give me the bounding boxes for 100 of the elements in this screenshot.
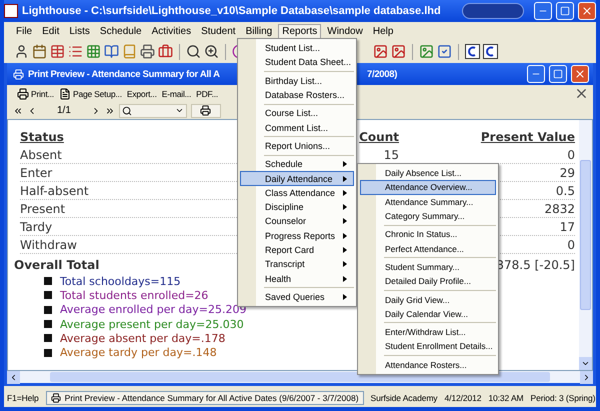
menu-item[interactable]: Attendance Overview...: [360, 180, 496, 195]
status-date: 4/12/2012: [444, 392, 482, 402]
menu-item[interactable]: Discipline: [240, 200, 354, 214]
menu-bar-item[interactable]: Billing: [242, 24, 276, 39]
bullet-icon: [44, 348, 52, 357]
submenu-arrow-icon: [343, 247, 347, 253]
statistic-text: Average present per day=25.030: [60, 318, 244, 331]
page-counter: 1/1: [57, 105, 71, 116]
menu-item[interactable]: Student Enrollment Details...: [360, 339, 496, 354]
submenu-arrow-icon: [343, 176, 347, 182]
horizontal-scrollbar[interactable]: [7, 371, 593, 383]
table-icon[interactable]: [50, 44, 65, 59]
menu-item[interactable]: Category Summary...: [360, 208, 496, 224]
close-button[interactable]: [571, 65, 589, 83]
bullet-icon: [44, 306, 52, 314]
bullet-icon: [44, 320, 52, 328]
menu-item[interactable]: Attendance Summary...: [360, 194, 496, 209]
search-icon: [122, 106, 132, 116]
menu-bar-item[interactable]: Reports: [278, 24, 322, 39]
bullet-icon: [44, 277, 52, 286]
menu-bar-item[interactable]: Edit: [38, 24, 64, 39]
menu-item[interactable]: Perfect Attendance...: [360, 241, 496, 256]
menu-item[interactable]: Student Summary...: [360, 260, 496, 274]
status-period: Period: 3 (Spring): [530, 392, 596, 402]
app-icon: [4, 4, 18, 18]
first-page-icon[interactable]: [13, 106, 23, 116]
check-icon[interactable]: [437, 44, 452, 59]
close-icon: [574, 68, 586, 80]
search-icon[interactable]: [186, 44, 201, 59]
menu-item[interactable]: Health: [240, 271, 354, 286]
menu-bar-item[interactable]: File: [12, 24, 36, 39]
statistic-text: Average tardy per day=.148: [60, 346, 217, 360]
menu-item[interactable]: Chronic In Status...: [360, 227, 496, 242]
statistic-text: Average absent per day=.178: [60, 332, 226, 345]
menu-item[interactable]: Daily Attendance: [240, 171, 354, 186]
curve-icon[interactable]: [465, 44, 480, 59]
menu-item[interactable]: Saved Queries: [240, 290, 354, 304]
minimize-button[interactable]: [534, 2, 552, 20]
menu-item[interactable]: Report Unions...: [240, 138, 354, 154]
menu-item[interactable]: Progress Reports: [240, 228, 354, 243]
menu-bar-item[interactable]: Lists: [65, 24, 94, 39]
toolbar-button[interactable]: PDF...: [196, 88, 218, 98]
grid-icon[interactable]: [86, 44, 101, 59]
menu-item[interactable]: Detailed Daily Profile...: [360, 274, 496, 288]
menu-item[interactable]: Birthday List...: [240, 74, 354, 88]
maximize-button[interactable]: [556, 2, 574, 20]
menu-item[interactable]: Enter/Withdraw List...: [360, 324, 496, 340]
image-icon[interactable]: [373, 44, 388, 59]
toolbar-button[interactable]: Print...: [17, 88, 54, 100]
menu-item[interactable]: Database Rosters...: [240, 88, 354, 102]
submenu-arrow-icon: [343, 218, 347, 224]
user-icon[interactable]: [14, 44, 29, 59]
menu-item[interactable]: Daily Grid View...: [360, 292, 496, 307]
menu-bar-item[interactable]: Activities: [148, 24, 196, 39]
menu-item[interactable]: Class Attendance: [240, 186, 354, 200]
menu-item[interactable]: Report Card: [240, 242, 354, 258]
menu-item[interactable]: Transcript: [240, 257, 354, 272]
image-icon[interactable]: [391, 44, 406, 59]
maximize-button[interactable]: [549, 65, 567, 83]
image-icon[interactable]: [419, 44, 434, 59]
close-icon[interactable]: [574, 86, 589, 101]
zoom-icon[interactable]: [204, 44, 219, 59]
toolbar-button[interactable]: Export...: [126, 88, 157, 98]
statistic-text: Average enrolled per day=25.209: [60, 303, 246, 316]
last-page-icon[interactable]: [104, 106, 115, 116]
close-button[interactable]: [578, 2, 596, 20]
menu-bar-item[interactable]: Help: [368, 24, 398, 39]
print-button[interactable]: [190, 104, 221, 118]
menu-bar-item[interactable]: Student: [197, 24, 240, 39]
book-icon[interactable]: [104, 44, 119, 59]
menu-item[interactable]: Schedule: [240, 157, 354, 172]
vertical-scrollbar[interactable]: [579, 120, 592, 370]
briefcase-icon[interactable]: [158, 44, 173, 59]
menu-item[interactable]: Student List...: [240, 41, 354, 56]
minimize-button[interactable]: [527, 65, 545, 83]
calendar-icon[interactable]: [32, 44, 47, 59]
window-task-button[interactable]: Print Preview - Attendance Summary for All Active Dates (9/6/2007 - 3/7/2008): [46, 390, 364, 404]
table-cell: 2832: [544, 202, 575, 216]
document-icon: [58, 88, 71, 100]
menu-bar-item[interactable]: Schedule: [96, 24, 146, 39]
list-icon[interactable]: [68, 44, 83, 59]
menu-item[interactable]: Comment List...: [240, 120, 354, 135]
caret-icon: [174, 106, 184, 115]
menu-item[interactable]: Daily Calendar View...: [360, 306, 496, 321]
zoom-dropdown[interactable]: [118, 104, 187, 118]
curve-icon[interactable]: [483, 44, 498, 59]
tray-widget[interactable]: [462, 3, 524, 19]
printer-icon[interactable]: [140, 44, 155, 59]
menu-item[interactable]: Attendance Rosters...: [360, 358, 496, 372]
table-cell: 17: [560, 220, 575, 234]
menu-item[interactable]: Daily Absence List...: [360, 166, 496, 180]
statistic-text: Total schooldays=115: [60, 274, 181, 288]
toolbar-button[interactable]: E-mail...: [162, 88, 192, 98]
table-cell: 0.5: [556, 184, 575, 198]
menu-item[interactable]: Counselor: [240, 214, 354, 229]
submenu-arrow-icon: [343, 190, 347, 196]
toolbar-button[interactable]: Page Setup...: [58, 88, 122, 100]
menu-item[interactable]: Course List...: [240, 106, 354, 120]
menu-item[interactable]: Student Data Sheet...: [240, 55, 354, 70]
menu-bar-item[interactable]: Window: [323, 24, 367, 39]
